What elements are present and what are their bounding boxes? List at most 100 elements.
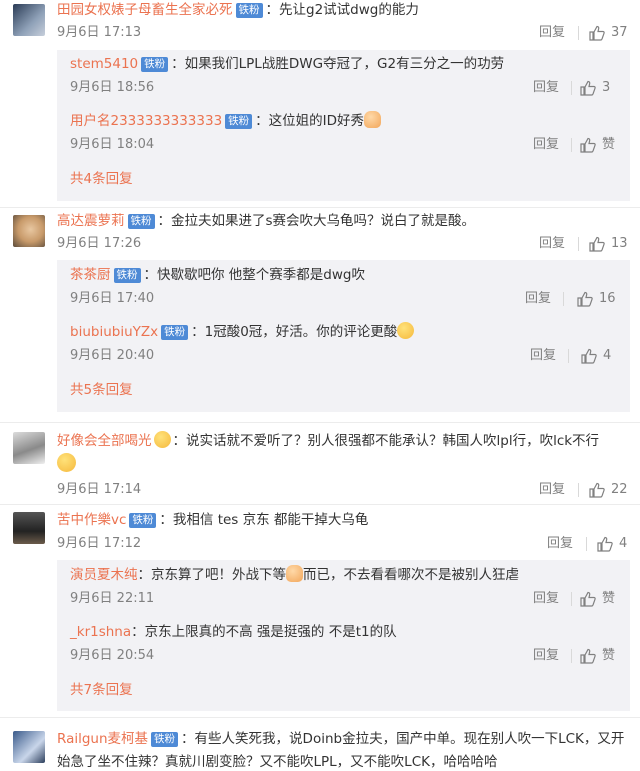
like-count: 37 [611,25,628,40]
avatar[interactable] [13,731,45,763]
reply-button[interactable]: 回复 [547,533,573,555]
divider [578,237,579,251]
reply-item: 茶茶厨 铁粉 ：快歇歇吧你 他整个赛季都是dwg吹 9月6日 17:40 回复 16 [70,265,630,322]
more-replies-link[interactable]: 共7条回复 [70,679,630,701]
comment: 好像会全部喝光 ：说实话就不爱听了？别人很强都不能承认？韩国人吹lpl行，吹lck… [0,423,640,505]
comment: Railgun麦柯基 铁粉 ：有些人笑死我，说Doinb金拉夫，国产中单。现在别人吹… [0,718,640,771]
like-count: 赞 [602,591,616,606]
avatar[interactable] [13,215,45,247]
username-link[interactable]: stem5410 [70,56,138,72]
fan-badge[interactable]: 铁粉 [151,732,179,747]
timestamp: 9月6日 17:13 [57,25,142,40]
reply-thread: 演员夏木纯：京东算了吧！外战下等 而已，不去看看哪次不是被别人狂虐 9月6日 22… [57,560,630,711]
username-link[interactable]: 田园女权婊子母畜生全家必死 [57,2,233,18]
reply-button[interactable]: 回复 [533,588,559,610]
avatar[interactable] [13,432,45,464]
thumbs-up-icon [589,482,605,498]
reply-item: _kr1shna：京东上限真的不高 强是挺强的 不是t1的队 9月6日 20:5… [70,622,630,679]
fan-badge[interactable]: 铁粉 [127,214,155,229]
username-link[interactable]: 用户名2333333333333 [70,113,222,129]
timestamp: 9月6日 20:54 [70,648,155,663]
reply-item: 用户名2333333333333 铁粉 ：这位姐的ID好秀 9月6日 18:04 回… [70,111,630,168]
timestamp: 9月6日 17:26 [57,236,142,251]
reply-button[interactable]: 回复 [533,134,559,156]
username-link[interactable]: biubiubiuYZx [70,324,158,340]
comment-text: ：先让g2试试dwg的能力 [265,2,419,18]
like-count: 4 [619,536,628,551]
thumbs-up-icon [581,348,597,364]
divider [578,483,579,497]
reply-button[interactable]: 回复 [539,233,565,255]
username-link[interactable]: 苦中作樂vc [57,512,126,528]
comment: 苦中作樂vc 铁粉 ：我相信 tes 京东 都能干掉大乌龟 9月6日 17:12 回… [0,505,640,718]
timestamp: 9月6日 22:11 [70,591,155,606]
thumbs-up-icon [580,591,596,607]
reply-item: stem5410 铁粉 ：如果我们LPL战胜DWG夺冠了，G2有三分之一的功劳 9月… [70,54,630,111]
thumbs-up-icon [589,25,605,41]
thumbs-up-icon [577,291,593,307]
more-replies-link[interactable]: 共5条回复 [70,379,630,401]
username-link[interactable]: 茶茶厨 [70,267,111,283]
like-count: 赞 [602,137,616,152]
horse-emoji-icon [286,565,303,582]
divider [571,649,572,663]
avatar[interactable] [13,4,45,36]
username-link[interactable]: _kr1shna [70,624,131,640]
fan-badge[interactable]: 铁粉 [141,57,169,72]
timestamp: 9月6日 18:04 [70,137,155,152]
reply-button[interactable]: 回复 [539,22,565,44]
reply-thread: stem5410 铁粉 ：如果我们LPL战胜DWG夺冠了，G2有三分之一的功劳 9月… [57,50,630,201]
reply-thread: 茶茶厨 铁粉 ：快歇歇吧你 他整个赛季都是dwg吹 9月6日 17:40 回复 16… [57,260,630,412]
thumbs-up-icon [597,536,613,552]
reply-text: ：1冠酸0冠，好活。你的评论更酸 [191,324,398,340]
laughing-emoji-icon [397,322,415,339]
reply-text: ：如果我们LPL战胜DWG夺冠了，G2有三分之一的功劳 [171,56,505,72]
thumbs-up-icon [580,648,596,664]
timestamp: 9月6日 20:40 [70,348,155,363]
timestamp: 9月6日 17:12 [57,536,142,551]
timestamp: 9月6日 17:14 [57,482,142,497]
like-count: 3 [602,80,611,95]
thumbs-up-icon [580,137,596,153]
comment-line: 田园女权婊子母畜生全家必死 铁粉 ：先让g2试试dwg的能力 [57,0,630,20]
fan-badge[interactable]: 铁粉 [235,3,263,18]
like-count: 16 [599,291,616,306]
like-count: 22 [611,482,628,497]
fan-badge[interactable]: 铁粉 [161,325,189,340]
timestamp: 9月6日 18:56 [70,80,155,95]
divider [568,349,569,363]
like-count: 4 [603,348,612,363]
reply-text: ：这位姐的ID好秀 [255,113,365,129]
thumbs-up-icon [589,236,605,252]
fan-badge[interactable]: 铁粉 [129,513,157,528]
reply-text-continued: 而已，不去看看哪次不是被别人狂虐 [303,567,519,583]
timestamp: 9月6日 17:40 [70,291,155,306]
comment-text: ：我相信 tes 京东 都能干掉大乌龟 [159,512,369,528]
fan-badge[interactable]: 铁粉 [225,114,253,129]
divider [563,292,564,306]
reply-button[interactable]: 回复 [539,479,565,501]
reply-button[interactable]: 回复 [525,288,551,310]
divider [586,537,587,551]
reply-button[interactable]: 回复 [530,345,556,367]
thumbs-up-emoji-icon [364,111,382,128]
username-link[interactable]: 高达震萝莉 [57,213,125,229]
reply-text: ：京东上限真的不高 强是挺强的 不是t1的队 [131,624,397,640]
comment: 高达震萝莉 铁粉 ：金拉夫如果进了s赛会吹大乌龟吗？说白了就是酸。 9月6日 17:… [0,208,640,423]
reply-text: ：快歇歇吧你 他整个赛季都是dwg吹 [143,267,365,283]
username-link[interactable]: 演员夏木纯 [70,567,138,583]
reply-text: ：京东算了吧！外战下等 [137,567,287,583]
username-link[interactable]: 好像会全部喝光 [57,433,152,449]
username-link[interactable]: Railgun麦柯基 [57,731,148,747]
like-count: 赞 [602,648,616,663]
thumbs-up-icon [580,80,596,96]
divider [571,81,572,95]
divider [571,592,572,606]
more-replies-link[interactable]: 共4条回复 [70,168,630,190]
badge-emoji-icon [153,431,171,448]
reply-button[interactable]: 回复 [533,645,559,667]
reply-button[interactable]: 回复 [533,77,559,99]
like-count: 13 [611,236,628,251]
avatar[interactable] [13,512,45,544]
fan-badge[interactable]: 铁粉 [113,268,141,283]
